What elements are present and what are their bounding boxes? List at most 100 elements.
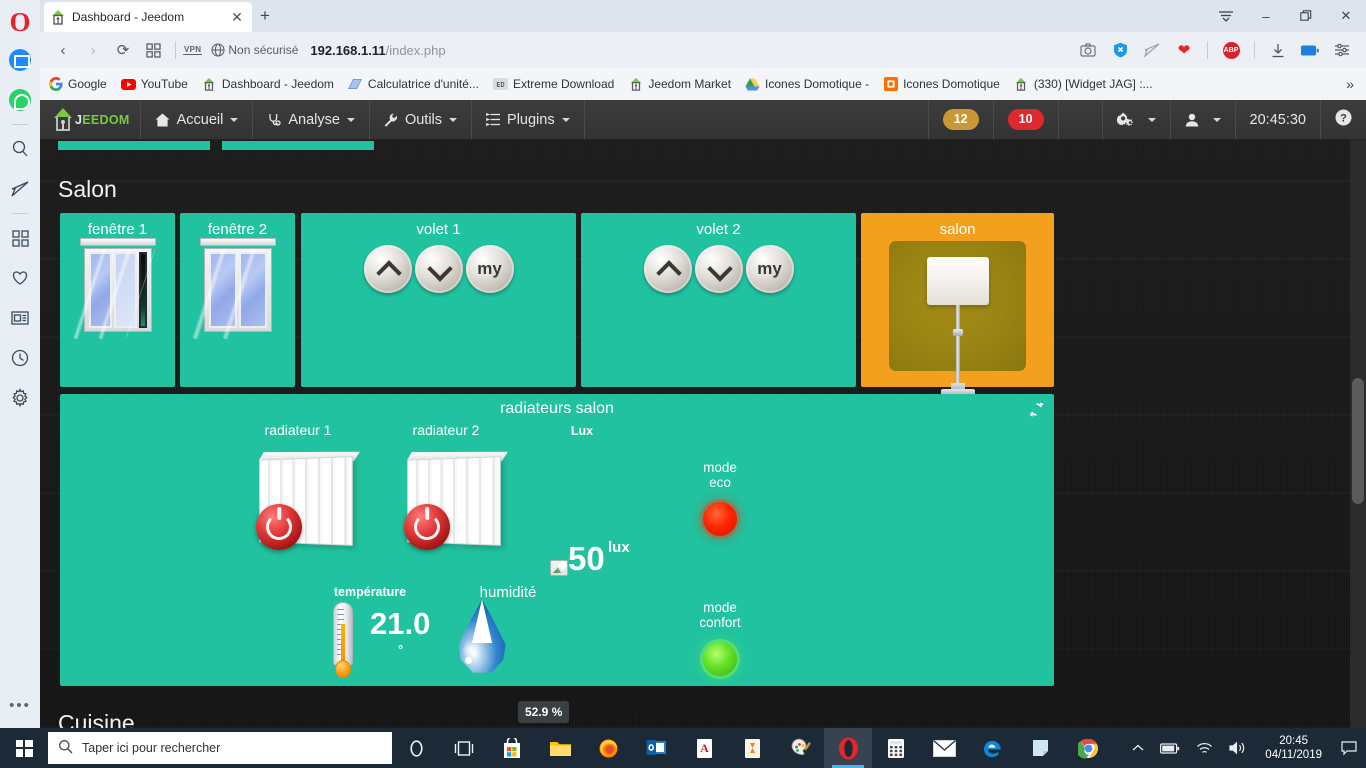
close-icon[interactable]: ✕ xyxy=(228,10,246,24)
download-icon[interactable] xyxy=(1262,36,1294,64)
file-explorer-icon[interactable] xyxy=(536,728,584,768)
settings-gear-icon[interactable] xyxy=(0,378,40,418)
badge-warning[interactable]: 12 xyxy=(929,100,994,139)
heart-icon[interactable]: ❤ xyxy=(1168,36,1200,64)
gimp-icon[interactable] xyxy=(728,728,776,768)
easy-setup-icon[interactable] xyxy=(1326,36,1358,64)
settings-menu[interactable] xyxy=(1103,100,1171,139)
shutter-down-button[interactable] xyxy=(694,245,743,293)
messenger-icon[interactable] xyxy=(0,40,40,80)
bookmark-item[interactable]: Dashboard - Jeedom xyxy=(202,77,334,92)
sticky-notes-icon[interactable] xyxy=(1016,728,1064,768)
outlook-icon[interactable] xyxy=(632,728,680,768)
paint-icon[interactable] xyxy=(776,728,824,768)
vpn-badge[interactable]: VPN xyxy=(183,45,203,55)
more-dots-icon[interactable]: ••• xyxy=(9,697,31,714)
radiateur-2-power-off-icon[interactable] xyxy=(404,504,450,550)
send-icon[interactable] xyxy=(0,169,40,209)
bookmark-item[interactable]: ED Extreme Download xyxy=(492,77,614,92)
nav-item-plugins[interactable]: Plugins xyxy=(472,100,585,139)
shutter-my-button[interactable]: my xyxy=(745,245,794,293)
battery-icon[interactable] xyxy=(1294,36,1326,64)
help-button[interactable]: ? xyxy=(1321,100,1366,139)
scrollbar-thumb[interactable] xyxy=(1352,378,1364,504)
opera-logo-icon[interactable]: O xyxy=(0,4,40,40)
minimize-button[interactable]: – xyxy=(1246,0,1286,32)
bookmark-item[interactable]: YouTube xyxy=(120,77,188,92)
mail-icon[interactable] xyxy=(920,728,968,768)
taskbar-clock[interactable]: 20:45 04/11/2019 xyxy=(1255,734,1332,762)
nav-item-outils[interactable]: Outils xyxy=(370,100,473,139)
bookmark-item[interactable]: Icones Domotique xyxy=(883,77,1000,92)
calculator-icon[interactable] xyxy=(872,728,920,768)
tile-volet-2[interactable]: volet 2 my xyxy=(581,213,856,387)
whatsapp-icon[interactable] xyxy=(0,80,40,120)
globe-icon[interactable] xyxy=(208,36,228,64)
forward-button[interactable]: › xyxy=(78,36,108,64)
badge-error[interactable]: 10 xyxy=(994,100,1059,139)
bookmark-item[interactable]: Jeedom Market xyxy=(628,77,731,92)
mode-eco-led-red[interactable] xyxy=(690,489,750,549)
history-clock-icon[interactable] xyxy=(0,338,40,378)
radiateur-1-icon[interactable] xyxy=(256,451,361,550)
show-hidden-icons[interactable] xyxy=(1124,744,1152,752)
tile-fenetre-2[interactable]: fenêtre 2 xyxy=(180,213,295,387)
cortana-icon[interactable] xyxy=(392,728,440,768)
search-input[interactable]: Taper ici pour rechercher xyxy=(48,732,392,764)
firefox-icon[interactable] xyxy=(584,728,632,768)
page-scrollbar[interactable] xyxy=(1350,140,1366,728)
mode-confort-led-green[interactable] xyxy=(690,629,750,689)
jeedom-navbar: JEEDOM Accueil Analyse Outils Plugins 12… xyxy=(40,100,1366,140)
shutter-up-button[interactable] xyxy=(643,245,692,293)
abp-icon[interactable]: ABP xyxy=(1215,36,1247,64)
clock-time: 20:45 xyxy=(1279,735,1309,747)
new-tab-button[interactable]: + xyxy=(260,7,270,24)
bookmark-item[interactable]: Google xyxy=(48,77,107,92)
radiateur-1-power-off-icon[interactable] xyxy=(256,504,302,550)
panel-radiateurs-salon[interactable]: radiateurs salon radiateur 1 radiateur 2 xyxy=(60,394,1054,723)
radiateur-2-icon[interactable] xyxy=(404,451,509,550)
notification-icon[interactable] xyxy=(1332,728,1366,768)
windows-logo-icon[interactable] xyxy=(0,728,48,768)
bookmarks-overflow-button[interactable]: » xyxy=(1346,76,1358,92)
bookmark-item[interactable]: (330) [Widget JAG] :... xyxy=(1014,77,1153,92)
nav-item-analyse[interactable]: Analyse xyxy=(253,100,370,139)
task-view-icon[interactable] xyxy=(440,728,488,768)
grid-icon[interactable] xyxy=(138,36,168,64)
nav-item-accueil[interactable]: Accueil xyxy=(141,100,254,139)
news-icon[interactable] xyxy=(0,298,40,338)
opera-icon[interactable] xyxy=(824,728,872,768)
shutter-up-button[interactable] xyxy=(363,245,412,293)
speed-dial-icon[interactable] xyxy=(0,218,40,258)
jeedom-logo[interactable]: JEEDOM xyxy=(40,100,141,139)
edge-icon[interactable] xyxy=(968,728,1016,768)
bookmarks-heart-icon[interactable] xyxy=(0,258,40,298)
send-icon[interactable] xyxy=(1136,36,1168,64)
close-window-button[interactable]: ✕ xyxy=(1326,0,1366,32)
back-button[interactable]: ‹ xyxy=(48,36,78,64)
browser-tab-active[interactable]: Dashboard - Jeedom ✕ xyxy=(44,2,252,32)
bookmark-item[interactable]: Icones Domotique - xyxy=(745,77,869,92)
bookmark-item[interactable]: Calculatrice d'unité... xyxy=(348,77,479,92)
shutter-down-button[interactable] xyxy=(414,245,463,293)
user-menu[interactable] xyxy=(1171,100,1236,139)
snapshot-icon[interactable] xyxy=(1072,36,1104,64)
shutter-my-button[interactable]: my xyxy=(465,245,514,293)
security-shield-icon[interactable] xyxy=(1104,36,1136,64)
maximize-button[interactable] xyxy=(1286,0,1326,32)
tab-menu-icon[interactable] xyxy=(1206,0,1246,32)
search-icon[interactable] xyxy=(0,129,40,169)
acrobat-icon[interactable]: A xyxy=(680,728,728,768)
url-input[interactable]: 192.168.1.11/index.php xyxy=(310,43,1072,58)
bookmark-label: Icones Domotique - xyxy=(765,77,870,91)
battery-icon[interactable] xyxy=(1152,742,1188,754)
sync-icon[interactable] xyxy=(1029,402,1044,420)
reload-button[interactable]: ⟳ xyxy=(108,36,138,64)
microsoft-store-icon[interactable] xyxy=(488,728,536,768)
tile-fenetre-1[interactable]: fenêtre 1 xyxy=(60,213,175,387)
tile-volet-1[interactable]: volet 1 my xyxy=(301,213,576,387)
wifi-icon[interactable] xyxy=(1188,742,1221,755)
chrome-icon[interactable] xyxy=(1064,728,1112,768)
tile-salon-lamp[interactable]: salon xyxy=(861,213,1054,398)
volume-icon[interactable] xyxy=(1221,741,1255,755)
